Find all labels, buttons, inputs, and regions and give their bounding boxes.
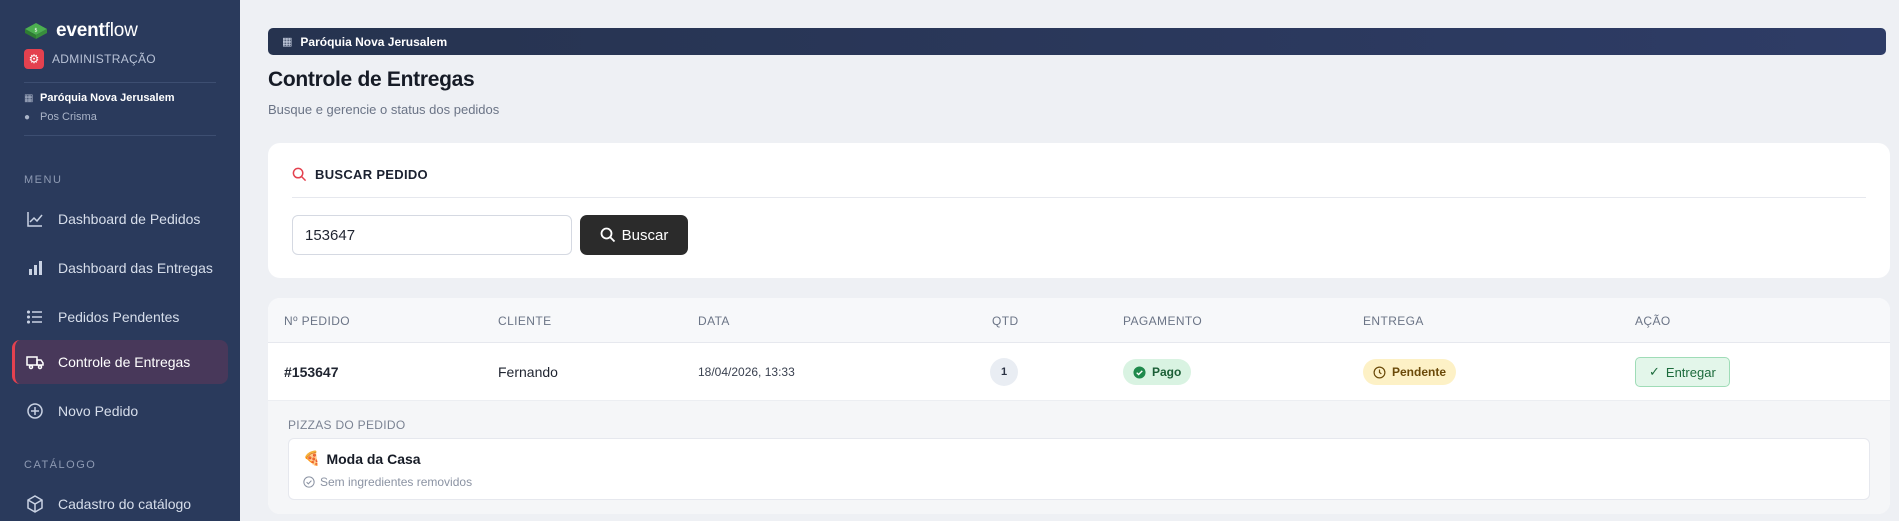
orders-table: Nº PEDIDO CLIENTE DATA QTD PAGAMENTO ENT…: [268, 298, 1890, 514]
plus-circle-icon: [27, 403, 43, 419]
pizza-name: Moda da Casa: [326, 450, 421, 467]
client-name: Fernando: [498, 364, 558, 380]
user-name: Pos Crisma: [40, 111, 97, 123]
divider: [292, 197, 1866, 198]
building-icon: ▦: [282, 36, 293, 48]
deliver-button[interactable]: ✓ Entregar: [1635, 357, 1730, 387]
banner-org-name: Paróquia Nova Jerusalem: [300, 34, 448, 49]
eventflow-logo-icon: $: [25, 23, 47, 39]
box-icon: [27, 495, 43, 513]
brand-logo[interactable]: $ eventflow: [24, 20, 138, 42]
sidebar-item-label: Pedidos Pendentes: [58, 309, 180, 325]
search-button[interactable]: Buscar: [580, 215, 688, 255]
sidebar: $ eventflow ⚙ ADMINISTRAÇÃO ▦ Paróquia N…: [0, 0, 240, 521]
payment-status-label: Pago: [1152, 365, 1182, 379]
qty-badge: 1: [990, 358, 1018, 386]
search-icon: [600, 227, 615, 243]
admin-mode: ⚙ ADMINISTRAÇÃO: [24, 49, 156, 69]
org-name: Paróquia Nova Jerusalem: [40, 92, 175, 104]
search-title: BUSCAR PEDIDO: [315, 167, 428, 182]
sidebar-item-dashboard-entregas[interactable]: Dashboard das Entregas: [12, 246, 228, 290]
sidebar-item-label: Dashboard de Pedidos: [58, 211, 201, 227]
org-banner: ▦ Paróquia Nova Jerusalem: [268, 28, 1886, 55]
search-card: BUSCAR PEDIDO Buscar: [268, 143, 1890, 278]
user-icon: ●: [24, 111, 31, 123]
sidebar-item-controle-entregas[interactable]: Controle de Entregas: [12, 340, 228, 384]
sidebar-item-dashboard-pedidos[interactable]: Dashboard de Pedidos: [12, 197, 228, 241]
search-header: BUSCAR PEDIDO: [292, 167, 428, 182]
pizza-icon: 🍕: [303, 450, 321, 466]
check-icon: ✓: [1649, 364, 1660, 379]
sidebar-item-label: Dashboard das Entregas: [58, 260, 213, 276]
search-button-label: Buscar: [621, 226, 669, 244]
divider: [24, 135, 216, 136]
building-icon: ▦: [24, 92, 34, 104]
table-row[interactable]: #153647 Fernando 18/04/2026, 13:33 1 Pag…: [268, 343, 1890, 401]
order-search-input[interactable]: [292, 215, 572, 255]
catalog-section-label: CATÁLOGO: [24, 459, 97, 471]
pizza-note-row: Sem ingredientes removidos: [303, 475, 472, 489]
payment-status-badge: Pago: [1123, 359, 1192, 385]
order-date: 18/04/2026, 13:33: [698, 365, 795, 379]
svg-text:$: $: [34, 28, 37, 34]
sidebar-item-label: Controle de Entregas: [58, 354, 191, 370]
delivery-status-badge: Pendente: [1363, 359, 1457, 385]
page-title: Controle de Entregas: [268, 68, 475, 91]
check-circle-icon: [1133, 365, 1146, 379]
bar-chart-icon: [29, 261, 42, 275]
admin-label: ADMINISTRAÇÃO: [52, 52, 156, 66]
clock-icon: [1373, 366, 1386, 378]
order-number: #153647: [284, 364, 339, 380]
col-delivery-header: ENTREGA: [1363, 314, 1424, 328]
col-date-header: DATA: [698, 314, 730, 328]
truck-icon: [26, 356, 44, 370]
deliver-button-label: Entregar: [1665, 364, 1716, 380]
sidebar-item-label: Novo Pedido: [58, 403, 139, 419]
menu-section-label: MENU: [24, 174, 63, 186]
org-info: ▦ Paróquia Nova Jerusalem: [24, 92, 175, 104]
pizza-name-row: 🍕 Moda da Casa: [303, 450, 421, 467]
sidebar-item-label: Cadastro do catálogo: [58, 496, 192, 512]
col-action-header: AÇÃO: [1635, 314, 1671, 328]
sidebar-item-novo-pedido[interactable]: Novo Pedido: [12, 389, 228, 433]
search-icon: [292, 167, 307, 182]
sidebar-item-cadastro-catalogo[interactable]: Cadastro do catálogo: [12, 482, 228, 521]
pizzas-section-label: PIZZAS DO PEDIDO: [288, 418, 406, 432]
line-chart-icon: [27, 212, 43, 227]
table-header: Nº PEDIDO CLIENTE DATA QTD PAGAMENTO ENT…: [268, 298, 1890, 343]
col-payment-header: PAGAMENTO: [1123, 314, 1203, 328]
list-icon: [26, 310, 42, 324]
col-qty-header: QTD: [992, 314, 1019, 328]
gear-icon: ⚙: [24, 49, 44, 69]
pizza-item: 🍕 Moda da Casa Sem ingredientes removido…: [288, 438, 1870, 500]
divider: [24, 82, 216, 83]
order-details: PIZZAS DO PEDIDO 🍕 Moda da Casa Sem ingr…: [268, 401, 1890, 514]
delivery-status-label: Pendente: [1392, 365, 1447, 379]
brand-name: eventflow: [56, 20, 138, 41]
sidebar-item-pedidos-pendentes[interactable]: Pedidos Pendentes: [12, 295, 228, 339]
col-client-header: CLIENTE: [498, 314, 552, 328]
page-subtitle: Busque e gerencie o status dos pedidos: [268, 102, 500, 117]
user-info: ● Pos Crisma: [24, 111, 97, 123]
main-content: ▦ Paróquia Nova Jerusalem Controle de En…: [240, 0, 1899, 521]
check-circle-outline-icon: [303, 476, 315, 488]
col-order-header: Nº PEDIDO: [284, 314, 350, 328]
pizza-note: Sem ingredientes removidos: [320, 475, 473, 489]
